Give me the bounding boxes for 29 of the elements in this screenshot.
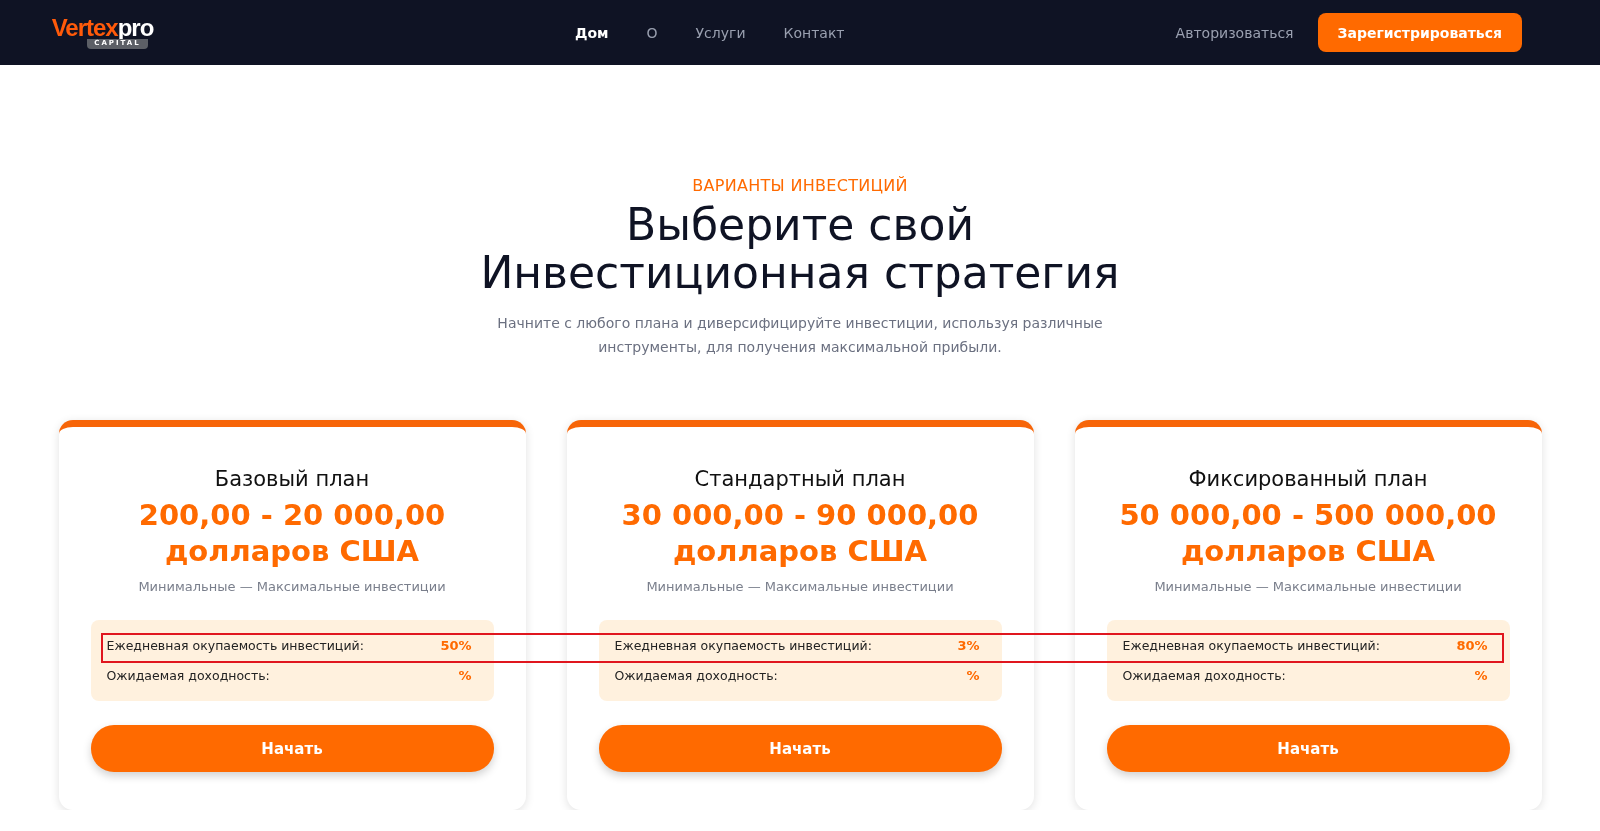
stat-value: % (1474, 668, 1488, 683)
stat-label: Ожидаемая доходность: (1122, 668, 1286, 683)
plan-range: 30 000,00 - 90 000,00 долларов США (621, 497, 979, 569)
range-caption: Минимальные — Максимальные инвестиции (1154, 579, 1462, 594)
stat-label: Ожидаемая доходность: (106, 668, 270, 683)
plan-name: Фиксированный план (1188, 467, 1428, 491)
stat-value: 50% (440, 638, 472, 653)
range-caption: Минимальные — Максимальные инвестиции (646, 579, 954, 594)
stat-value: % (966, 668, 980, 683)
section-title: Выберите свой Инвестиционная стратегия (480, 201, 1120, 297)
plan-range: 200,00 - 20 000,00 долларов США (138, 497, 446, 569)
section-subtitle: Начните с любого плана и диверсифицируйте инвестиции, используя различные инструменты, для получения максимальной прибыли. (496, 314, 1104, 357)
stat-value: 80% (1456, 638, 1488, 653)
stat-value: % (458, 668, 472, 683)
section-eyebrow: ВАРИАНТЫ ИНВЕСТИЦИЙ (692, 176, 908, 195)
stat-label: Ежедневная окупаемость инвестиций: (614, 638, 872, 653)
nav-link[interactable]: Контакт (783, 24, 845, 41)
stat-label: Ожидаемая доходность: (614, 668, 778, 683)
login-link[interactable]: Авторизоваться (1175, 24, 1294, 41)
stat-label: Ежедневная окупаемость инвестиций: (106, 638, 364, 653)
plan-name: Базовый план (214, 467, 370, 491)
nav-link[interactable]: О (646, 24, 658, 41)
stat-label: Ежедневная окупаемость инвестиций: (1122, 638, 1380, 653)
range-caption: Минимальные — Максимальные инвестиции (138, 579, 446, 594)
plan-range: 50 000,00 - 500 000,00 долларов США (1119, 497, 1497, 569)
nav-link[interactable]: Дом (575, 24, 609, 41)
stat-value: 3% (957, 638, 980, 653)
plan-name: Стандартный план (694, 467, 906, 491)
nav-link[interactable]: Услуги (695, 24, 746, 41)
